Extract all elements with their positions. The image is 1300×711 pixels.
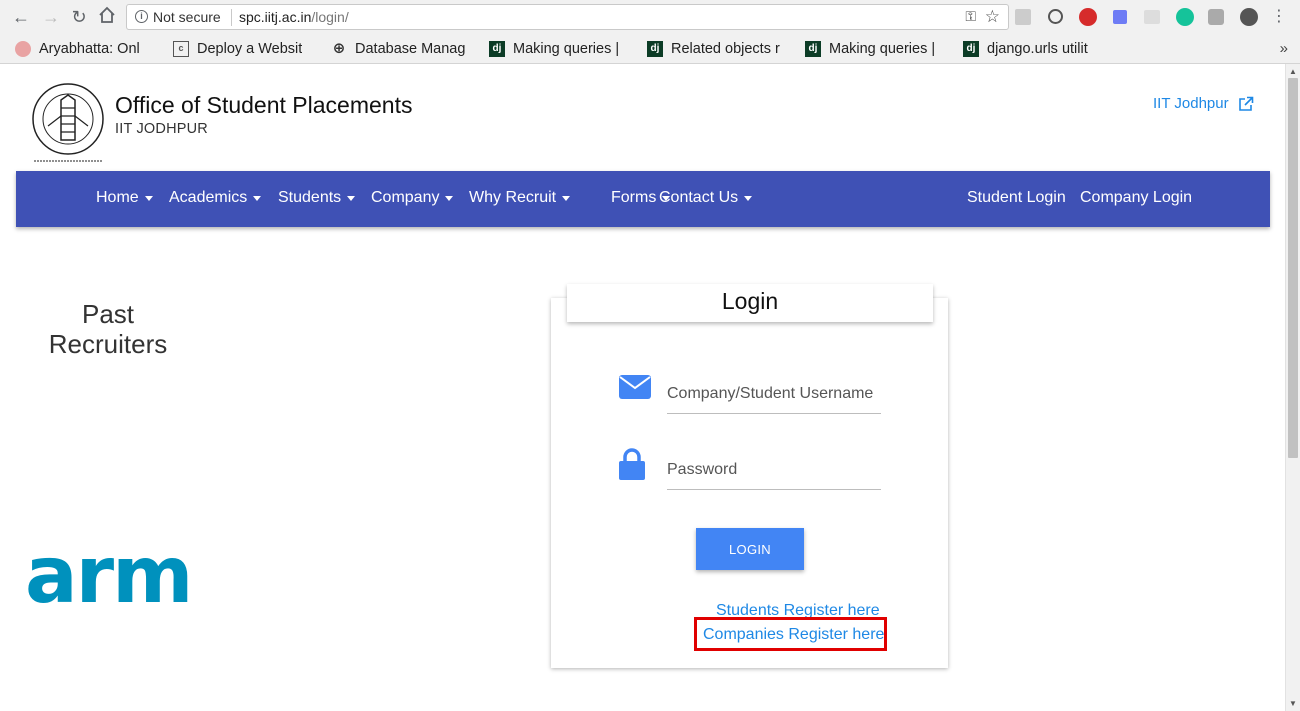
mail-icon[interactable] (1144, 10, 1160, 24)
login-title: Login (567, 284, 933, 322)
home-icon[interactable] (96, 6, 118, 28)
scroll-up-icon[interactable]: ▲ (1289, 67, 1297, 76)
globe-icon: ⊕ (332, 40, 346, 57)
back-icon[interactable]: ← (10, 6, 32, 28)
grammarly-icon[interactable] (1176, 8, 1194, 26)
menu-icon[interactable]: ⋮ (1268, 6, 1290, 28)
key-icon[interactable]: ⚿ (965, 8, 976, 25)
login-button[interactable]: LOGIN (696, 528, 804, 570)
password-input[interactable] (667, 450, 881, 490)
bookmark-database[interactable]: ⊕ Database Manag (331, 40, 469, 58)
block-icon[interactable] (1048, 9, 1063, 24)
arm-logo: arm (25, 531, 193, 621)
security-label: Not secure (153, 9, 221, 25)
caret-down-icon (144, 195, 153, 201)
circle-extension-icon[interactable] (1240, 8, 1258, 26)
django-icon: dj (805, 41, 821, 57)
envelope-icon (619, 375, 651, 399)
nav-company[interactable]: Company (371, 189, 454, 207)
django-icon: dj (489, 41, 505, 57)
reload-icon[interactable]: ↻ (68, 6, 90, 28)
bookmark-making-queries[interactable]: dj Making queries | (489, 40, 627, 58)
highlight-box (694, 617, 887, 651)
iitj-logo (32, 83, 104, 162)
nav-contact-us[interactable]: Contact Us (659, 189, 753, 207)
deploy-icon: c (173, 41, 189, 57)
cube-icon[interactable] (1208, 9, 1224, 25)
caret-down-icon (744, 195, 753, 201)
address-separator (231, 9, 232, 26)
bookmark-django-urls[interactable]: dj django.urls utilit (963, 40, 1101, 58)
scroll-thumb[interactable] (1288, 78, 1298, 458)
nav-home[interactable]: Home (96, 189, 153, 207)
nav-why-recruit[interactable]: Why Recruit (469, 189, 571, 207)
caret-down-icon (347, 195, 356, 201)
external-link-icon (1238, 96, 1253, 111)
bookmark-related-objects[interactable]: dj Related objects r (647, 40, 785, 58)
nav-company-login[interactable]: Company Login (1080, 189, 1192, 207)
main-navbar: Home Academics Students Company Why Recr… (16, 171, 1270, 227)
username-input[interactable] (667, 374, 881, 414)
site-subtitle: IIT JODHPUR (115, 121, 208, 137)
nav-students[interactable]: Students (278, 189, 356, 207)
page-content: Office of Student Placements IIT JODHPUR… (0, 64, 1285, 711)
nav-academics[interactable]: Academics (169, 189, 262, 207)
page-scrollbar[interactable]: ▲ ▼ (1285, 64, 1300, 711)
eyedropper-icon[interactable] (1113, 10, 1127, 24)
bookmark-making-queries-2[interactable]: dj Making queries | (805, 40, 943, 58)
forward-icon[interactable]: → (40, 6, 62, 28)
aryabhatta-icon (15, 41, 31, 57)
extension-icon[interactable] (1015, 9, 1031, 25)
django-icon: dj (647, 41, 663, 57)
adblock-icon[interactable] (1079, 8, 1097, 26)
address-bar[interactable]: i Not secure spc.iitj.ac.in/login/ ⚿ ☆ (126, 4, 1009, 30)
bookmark-aryabhatta[interactable]: Aryabhatta: Onl (15, 40, 155, 58)
bookmark-deploy[interactable]: c Deploy a Websit (173, 40, 311, 58)
lock-icon (619, 448, 645, 480)
past-recruiters-heading: Past Recruiters (48, 299, 168, 359)
info-icon[interactable]: i (135, 10, 148, 23)
bookmarks-bar: Aryabhatta: Onl c Deploy a Websit ⊕ Data… (0, 34, 1300, 64)
nav-student-login[interactable]: Student Login (967, 189, 1066, 207)
url-text[interactable]: spc.iitj.ac.in/login/ (239, 9, 349, 25)
iit-jodhpur-link-label: IIT Jodhpur (1153, 95, 1229, 112)
caret-down-icon (445, 195, 454, 201)
browser-toolbar: ← → ↻ i Not secure spc.iitj.ac.in/login/… (0, 0, 1300, 34)
django-icon: dj (963, 41, 979, 57)
iit-jodhpur-link[interactable]: IIT Jodhpur (1153, 95, 1254, 112)
bookmarks-more[interactable]: » (1280, 40, 1288, 57)
site-title: Office of Student Placements (115, 92, 413, 118)
caret-down-icon (253, 195, 262, 201)
caret-down-icon (562, 195, 571, 201)
scroll-down-icon[interactable]: ▼ (1289, 699, 1297, 708)
star-icon[interactable]: ☆ (985, 7, 1000, 27)
